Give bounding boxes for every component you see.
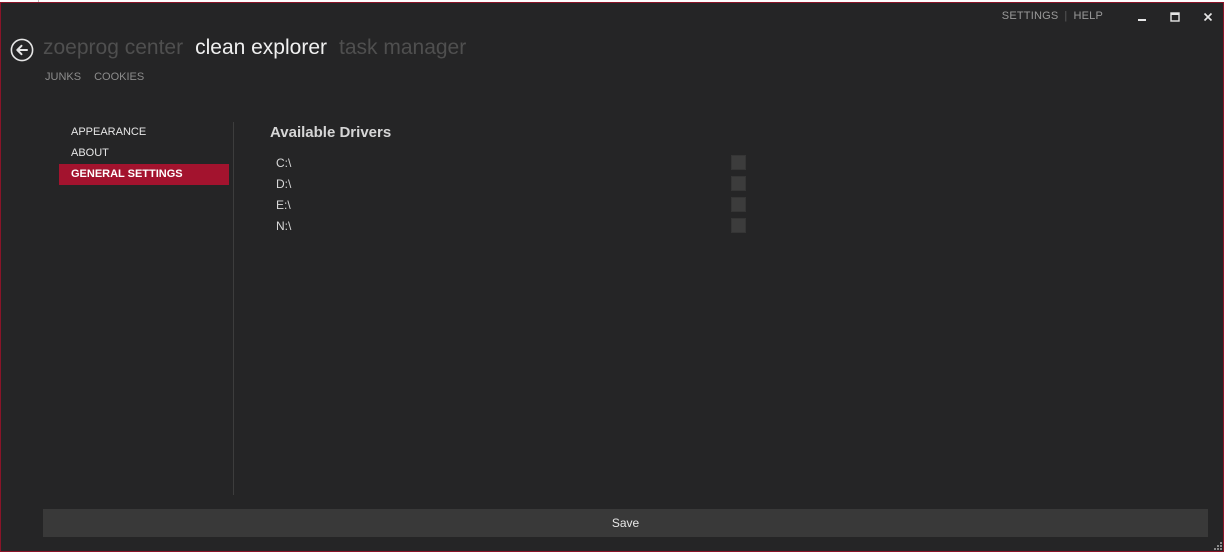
tab-cookies[interactable]: COOKIES — [94, 71, 144, 83]
drive-checkbox-c[interactable] — [731, 155, 746, 170]
arrow-left-circle-icon — [10, 38, 34, 62]
drive-list: C:\ D:\ E:\ N:\ — [271, 153, 751, 237]
menu-item-general-settings[interactable]: GENERAL SETTINGS — [59, 164, 229, 185]
settings-menu: APPEARANCE ABOUT GENERAL SETTINGS — [59, 122, 229, 185]
drive-label-e: E:\ — [276, 198, 291, 212]
drive-label-d: D:\ — [276, 177, 292, 191]
minimize-button[interactable] — [1127, 7, 1157, 27]
drive-label-c: C:\ — [276, 156, 292, 170]
resize-grip[interactable] — [1211, 538, 1223, 550]
caption-separator: | — [1064, 10, 1068, 22]
drive-label-n: N:\ — [276, 219, 292, 233]
available-drivers-title: Available Drivers — [270, 124, 392, 141]
menu-item-appearance[interactable]: APPEARANCE — [59, 122, 229, 143]
settings-link[interactable]: SETTINGS — [1002, 10, 1059, 22]
sub-tabs: JUNKS COOKIES — [45, 71, 144, 83]
minimize-icon — [1138, 19, 1146, 21]
drive-row-c: C:\ — [271, 153, 751, 174]
help-link[interactable]: HELP — [1073, 10, 1103, 22]
vertical-divider — [233, 122, 234, 495]
close-icon — [1203, 12, 1213, 22]
app-window: SETTINGS | HELP zoeprog center clean exp… — [0, 2, 1224, 552]
nav-title-zoeprog-center[interactable]: zoeprog center — [43, 36, 183, 60]
drive-checkbox-n[interactable] — [731, 218, 746, 233]
nav-title-task-manager[interactable]: task manager — [339, 36, 466, 60]
close-button[interactable] — [1193, 7, 1223, 27]
section-navigation: zoeprog center clean explorer task manag… — [43, 36, 466, 60]
tab-junks[interactable]: JUNKS — [45, 71, 81, 83]
back-button[interactable] — [10, 38, 34, 62]
drive-row-d: D:\ — [271, 174, 751, 195]
drive-row-n: N:\ — [271, 216, 751, 237]
maximize-button[interactable] — [1160, 7, 1190, 27]
drive-checkbox-d[interactable] — [731, 176, 746, 191]
drive-checkbox-e[interactable] — [731, 197, 746, 212]
menu-item-about[interactable]: ABOUT — [59, 143, 229, 164]
drive-row-e: E:\ — [271, 195, 751, 216]
resize-grip-icon — [1214, 542, 1222, 550]
caption-links: SETTINGS | HELP — [1002, 10, 1103, 22]
nav-title-clean-explorer[interactable]: clean explorer — [195, 36, 327, 60]
maximize-icon — [1170, 12, 1180, 22]
save-button[interactable]: Save — [43, 509, 1208, 537]
